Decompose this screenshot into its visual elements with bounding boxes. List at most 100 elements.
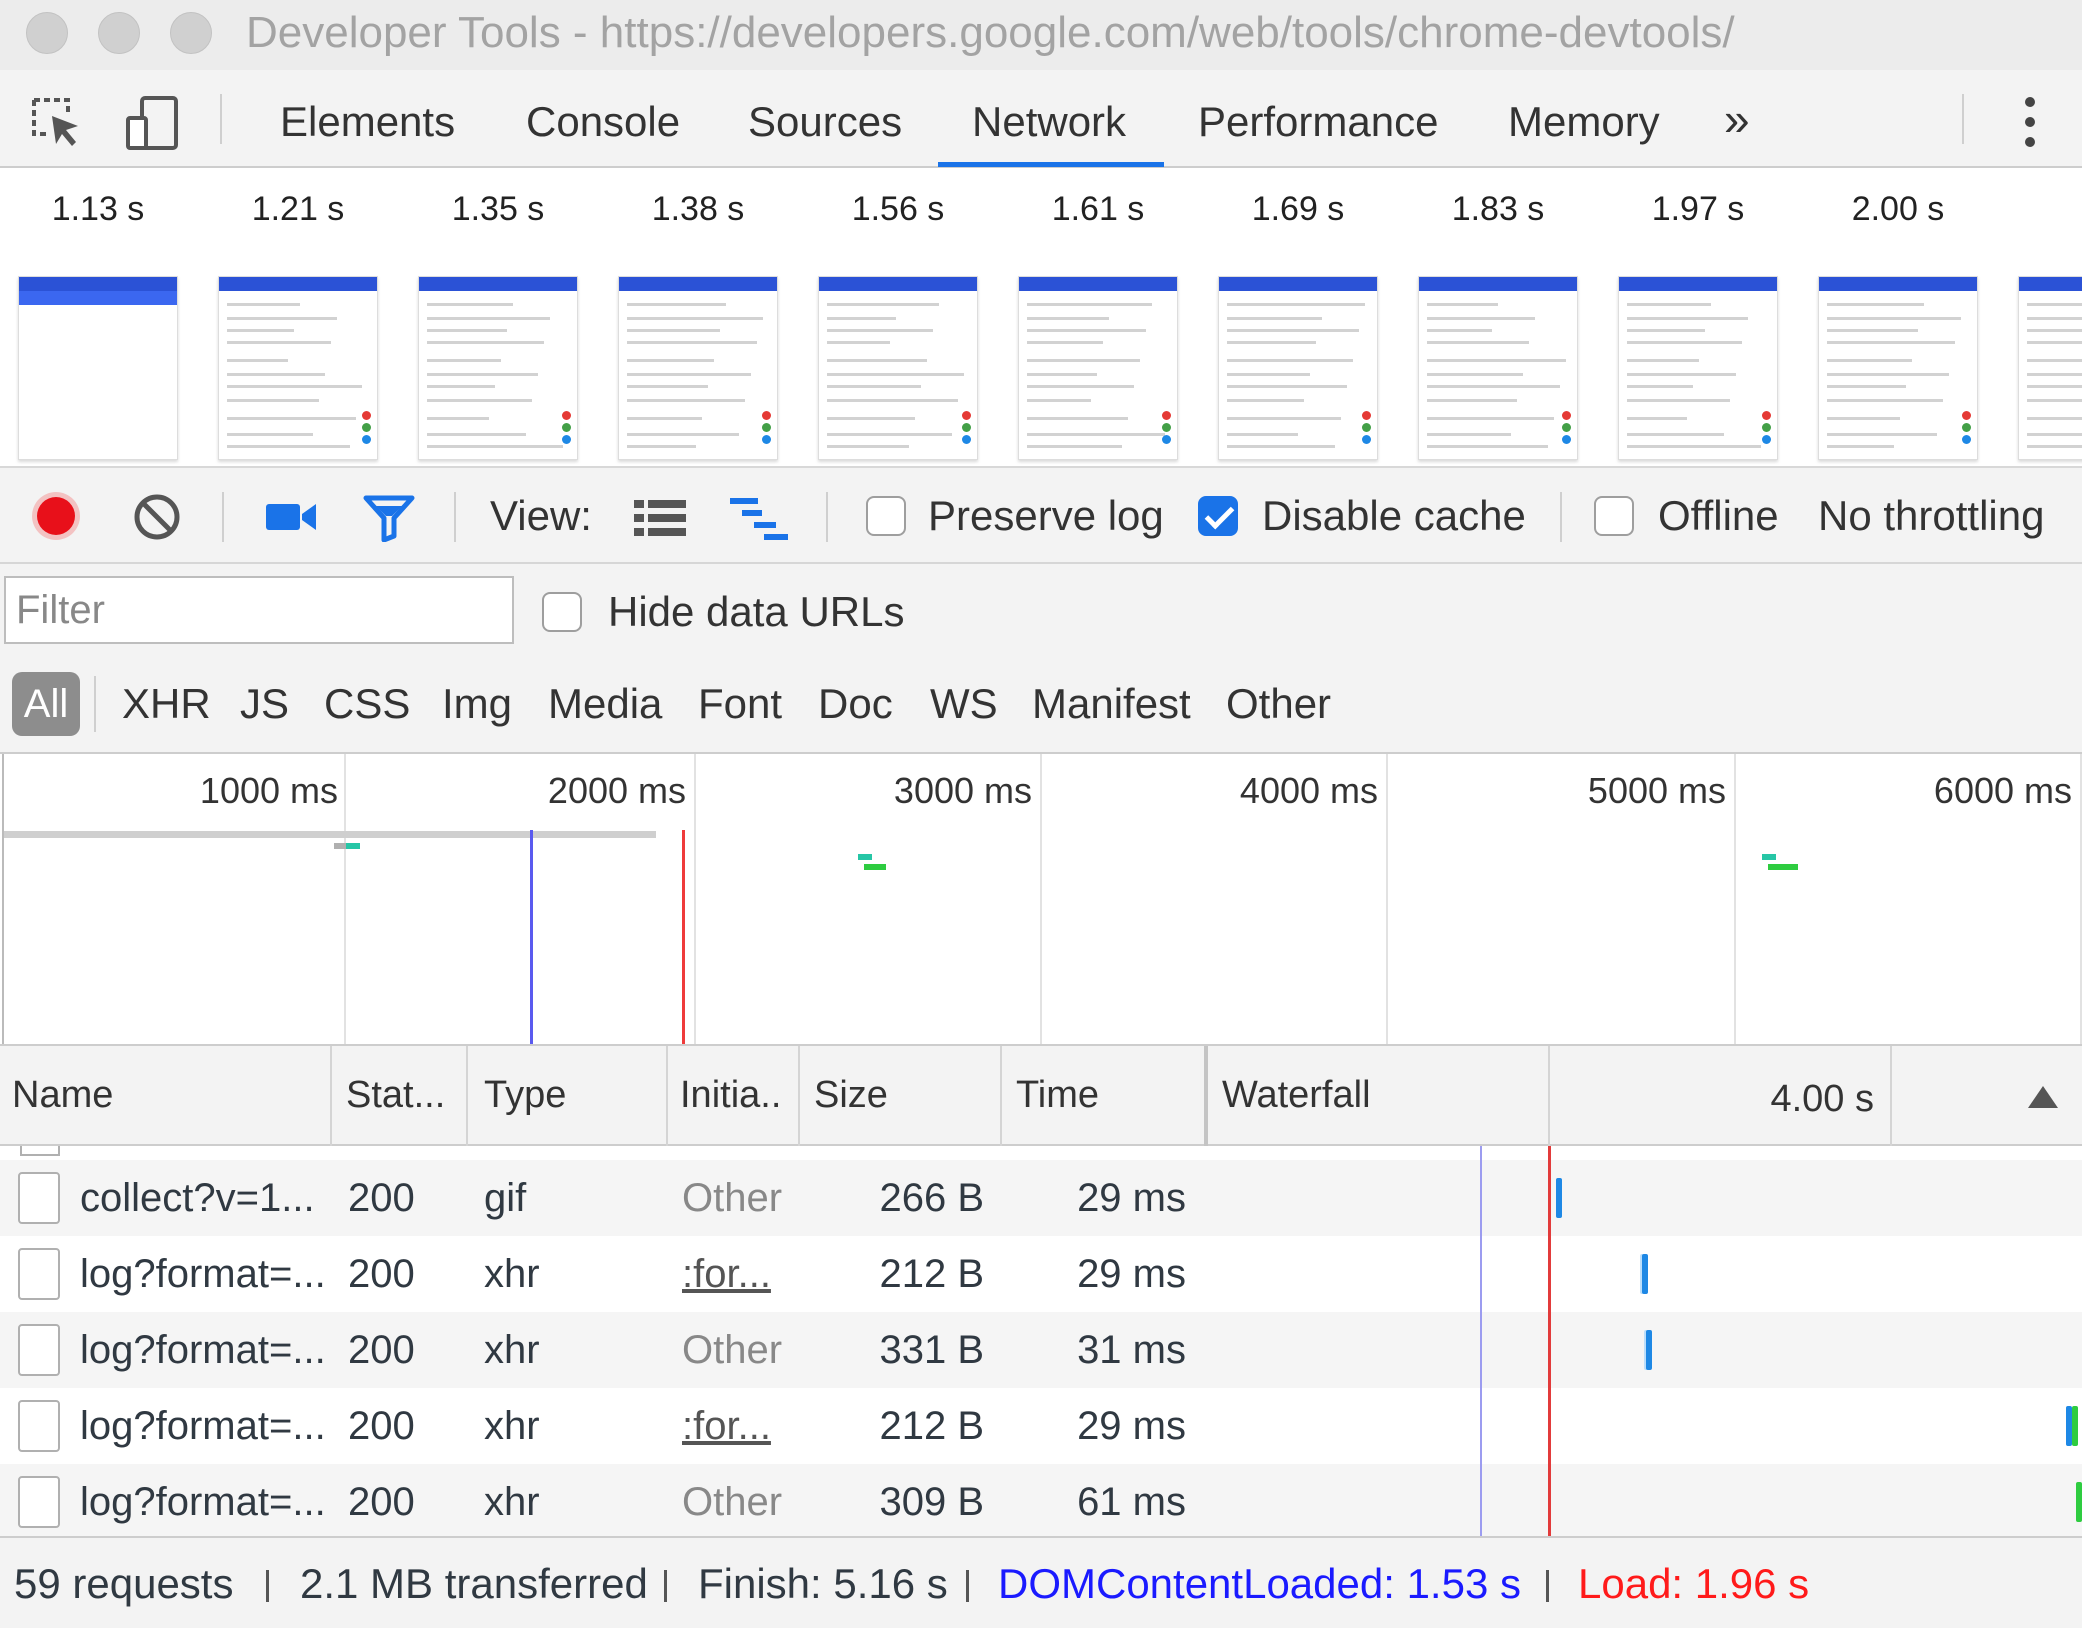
type-filter-js[interactable]: JS bbox=[240, 680, 289, 728]
filmstrip-thumbnail bbox=[18, 276, 178, 460]
close-window-button[interactable] bbox=[26, 12, 68, 54]
waterfall-time-label: 4.00 s bbox=[1770, 1078, 1874, 1120]
resource-type-filters: All XHR JS CSS Img Media Font Doc WS Man… bbox=[0, 654, 2082, 754]
table-row[interactable]: collect?v=1... 200 gif Other 266 B 29 ms bbox=[0, 1160, 2082, 1236]
window-title: Developer Tools - https://developers.goo… bbox=[246, 8, 1735, 57]
dom-content-loaded-time: DOMContentLoaded: 1.53 s bbox=[998, 1560, 1521, 1607]
column-header-time[interactable]: Time bbox=[1016, 1074, 1099, 1117]
type-filter-all[interactable]: All bbox=[12, 672, 80, 736]
devtools-window: Developer Tools - https://developers.goo… bbox=[0, 0, 2082, 1628]
record-icon[interactable] bbox=[30, 490, 82, 547]
tab-memory[interactable]: Memory bbox=[1508, 98, 1660, 146]
waterfall-bar bbox=[1556, 1178, 1562, 1218]
type-filter-ws[interactable]: WS bbox=[930, 680, 998, 728]
overview-toggle-icon[interactable] bbox=[730, 496, 790, 545]
filmstrip-frame-time: 1.97 s bbox=[1651, 190, 1745, 228]
column-header-status[interactable]: Stat... bbox=[346, 1074, 445, 1117]
throttling-select[interactable]: No throttling bbox=[1818, 492, 2044, 540]
type-filter-separator bbox=[94, 676, 96, 732]
network-summary-bar: 59 requests 2.1 MB transferred Finish: 5… bbox=[0, 1536, 2082, 1628]
request-type: xhr bbox=[484, 1404, 540, 1448]
zoom-window-button[interactable] bbox=[170, 12, 212, 54]
summary-separator bbox=[966, 1570, 969, 1602]
overview-tick-label: 3000 ms bbox=[893, 770, 1032, 811]
filter-icon[interactable] bbox=[362, 494, 416, 547]
tab-network[interactable]: Network bbox=[972, 98, 1126, 146]
resource-file-icon bbox=[18, 1172, 60, 1224]
column-header-waterfall[interactable]: Waterfall bbox=[1222, 1074, 1371, 1117]
tab-console[interactable]: Console bbox=[526, 98, 680, 146]
tabs-separator bbox=[220, 94, 222, 144]
type-filter-img[interactable]: Img bbox=[442, 680, 512, 728]
filmstrip-frame-time: 2. bbox=[1998, 190, 2082, 229]
preserve-log-checkbox[interactable] bbox=[866, 496, 906, 536]
inspect-element-icon[interactable] bbox=[30, 96, 86, 157]
tab-performance[interactable]: Performance bbox=[1198, 98, 1438, 146]
column-header-type[interactable]: Type bbox=[484, 1074, 566, 1117]
request-status: 200 bbox=[348, 1252, 415, 1296]
filmstrip-thumbnail bbox=[218, 276, 378, 460]
transferred-size: 2.1 MB transferred bbox=[300, 1560, 648, 1607]
tab-sources[interactable]: Sources bbox=[748, 98, 902, 146]
type-filter-media[interactable]: Media bbox=[548, 680, 662, 728]
clear-icon[interactable] bbox=[132, 492, 182, 547]
active-tab-indicator bbox=[938, 162, 1164, 167]
overview-gridline bbox=[1734, 754, 1736, 1044]
filmstrip-thumbnail bbox=[1018, 276, 1178, 460]
type-filter-manifest[interactable]: Manifest bbox=[1032, 680, 1191, 728]
capture-screenshots-icon[interactable] bbox=[264, 500, 318, 539]
type-filter-other[interactable]: Other bbox=[1226, 680, 1331, 728]
offline-checkbox[interactable] bbox=[1594, 496, 1634, 536]
overview-request-bar bbox=[1768, 864, 1798, 870]
request-time: 29 ms bbox=[1077, 1252, 1186, 1296]
overview-tick-label: 4000 ms bbox=[1239, 770, 1378, 811]
column-header-name[interactable]: Name bbox=[12, 1074, 113, 1117]
request-name: collect?v=1... bbox=[80, 1176, 315, 1220]
tab-elements[interactable]: Elements bbox=[280, 98, 455, 146]
filmstrip-frame-time: 1.35 s bbox=[451, 190, 545, 228]
minimize-window-button[interactable] bbox=[98, 12, 140, 54]
type-filter-css[interactable]: CSS bbox=[324, 680, 410, 728]
type-filter-xhr[interactable]: XHR bbox=[122, 680, 211, 728]
request-size: 309 B bbox=[879, 1480, 984, 1524]
sort-ascending-icon[interactable] bbox=[2026, 1084, 2060, 1115]
filmstrip-frame-time: 1.13 s bbox=[51, 190, 145, 228]
request-initiator[interactable]: :for... bbox=[682, 1404, 771, 1449]
table-row[interactable]: log?format=... 200 xhr:for... 212 B 29 ms bbox=[0, 1236, 2082, 1312]
overview-request-bar bbox=[858, 854, 872, 860]
request-type: xhr bbox=[484, 1480, 540, 1524]
type-filter-doc[interactable]: Doc bbox=[818, 680, 893, 728]
toolbar-separator-1 bbox=[222, 492, 224, 542]
resource-file-icon bbox=[18, 1324, 60, 1376]
filmstrip-frame-time: 2.00 s bbox=[1851, 190, 1945, 228]
overview-tick-label: 5000 ms bbox=[1587, 770, 1726, 811]
filmstrip-thumbnail bbox=[1218, 276, 1378, 460]
request-size: 266 B bbox=[879, 1176, 984, 1220]
network-overview[interactable]: 1000 ms 2000 ms 3000 ms 4000 ms 5000 ms … bbox=[0, 754, 2082, 1046]
waterfall-load-marker bbox=[1548, 1146, 1551, 1536]
column-header-initiator[interactable]: Initia.. bbox=[680, 1074, 781, 1117]
request-time: 31 ms bbox=[1077, 1328, 1186, 1372]
column-header-size[interactable]: Size bbox=[814, 1074, 888, 1117]
table-row[interactable]: log?format=... 200 xhr Other 309 B 61 ms bbox=[0, 1464, 2082, 1536]
overview-request-bar bbox=[1762, 854, 1776, 860]
resource-file-icon bbox=[18, 1248, 60, 1300]
filmstrip-thumbnail bbox=[2018, 276, 2082, 460]
table-row[interactable]: log?format=... 200 xhr:for... 212 B 29 ms bbox=[0, 1388, 2082, 1464]
hide-data-urls-checkbox[interactable] bbox=[542, 592, 582, 632]
request-type: gif bbox=[484, 1176, 527, 1220]
large-request-rows-icon[interactable] bbox=[634, 498, 686, 543]
more-tabs-icon[interactable]: » bbox=[1724, 92, 1750, 146]
waterfall-bar bbox=[2076, 1482, 2082, 1522]
table-row[interactable]: log?format=... 200 xhr Other 331 B 31 ms bbox=[0, 1312, 2082, 1388]
overview-request-bar bbox=[864, 864, 886, 870]
request-name: log?format=... bbox=[80, 1328, 326, 1372]
more-options-icon[interactable] bbox=[2018, 94, 2042, 155]
filmstrip-thumbnail bbox=[1618, 276, 1778, 460]
request-initiator[interactable]: :for... bbox=[682, 1252, 771, 1297]
type-filter-font[interactable]: Font bbox=[698, 680, 782, 728]
device-toolbar-icon[interactable] bbox=[124, 94, 184, 159]
preserve-log-label: Preserve log bbox=[928, 492, 1164, 539]
disable-cache-checkbox[interactable] bbox=[1198, 496, 1238, 536]
filter-input[interactable] bbox=[4, 576, 514, 644]
